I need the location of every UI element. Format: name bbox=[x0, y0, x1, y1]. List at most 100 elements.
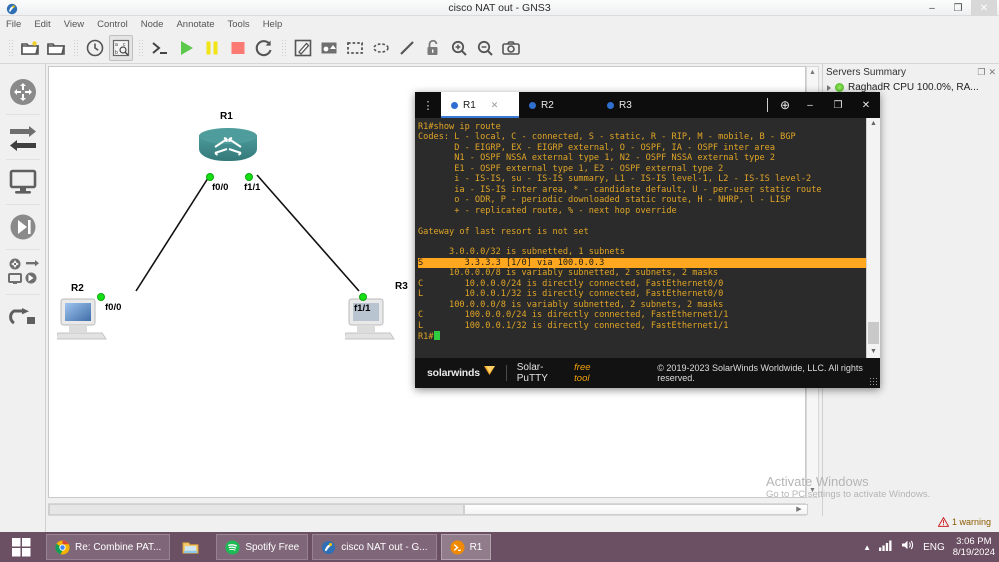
putty-maximize-button[interactable]: ❐ bbox=[824, 92, 852, 118]
taskbar-item-chrome[interactable]: Re: Combine PAT... bbox=[46, 534, 171, 560]
resize-grip[interactable] bbox=[869, 377, 877, 385]
console-icon[interactable] bbox=[148, 35, 172, 61]
terminal-scrollbar[interactable]: ▲ ▼ bbox=[866, 118, 880, 358]
pc-icon bbox=[54, 298, 107, 340]
sidebar-item-security-devices[interactable] bbox=[3, 205, 43, 249]
sidebar-item-all-devices[interactable] bbox=[3, 250, 43, 294]
status-badge[interactable]: 1 warning bbox=[937, 517, 991, 527]
sidebar-item-add-link[interactable] bbox=[3, 295, 43, 339]
terminal-line: 10.0.0.0/8 is variably subnetted, 2 subn… bbox=[418, 268, 719, 279]
draw-ellipse-icon[interactable] bbox=[369, 35, 393, 61]
draw-rectangle-icon[interactable] bbox=[343, 35, 367, 61]
draw-line-icon[interactable] bbox=[395, 35, 419, 61]
file-explorer-icon bbox=[182, 541, 199, 554]
terminal-scroll-thumb[interactable] bbox=[868, 322, 879, 344]
port-status-dot-r2 bbox=[97, 293, 105, 301]
terminal-line: L 10.0.0.1/32 is directly connected, Fas… bbox=[418, 289, 724, 300]
terminal-line: 100.0.0.0/8 is variably subnetted, 2 sub… bbox=[418, 299, 724, 310]
tab-close-icon[interactable]: ✕ bbox=[491, 100, 499, 111]
stop-icon[interactable] bbox=[226, 35, 250, 61]
menu-item-node[interactable]: Node bbox=[141, 19, 164, 30]
windows-start-icon[interactable] bbox=[0, 532, 42, 562]
open-project-icon[interactable] bbox=[44, 35, 68, 61]
servers-summary-header: Servers Summary ❐ ✕ bbox=[823, 64, 999, 80]
close-panel-button[interactable]: ✕ bbox=[988, 67, 996, 78]
svg-text:a: a bbox=[115, 42, 118, 48]
pause-icon[interactable] bbox=[200, 35, 224, 61]
terminal-output[interactable]: R1#show ip route Codes: L - local, C - c… bbox=[415, 118, 880, 358]
putty-minimize-button[interactable]: – bbox=[796, 92, 824, 118]
tab-r3[interactable]: R3 bbox=[597, 92, 675, 118]
menu-item-file[interactable]: File bbox=[6, 19, 21, 30]
tab-r1[interactable]: R1 ✕ bbox=[441, 92, 519, 118]
insert-image-icon[interactable] bbox=[317, 35, 341, 61]
zoom-out-icon[interactable] bbox=[473, 35, 497, 61]
taskbar-item-putty[interactable]: R1 bbox=[440, 534, 492, 560]
panel-title: Servers Summary bbox=[826, 66, 907, 78]
terminal-line-highlighted: S 3.3.3.3 [1/0] via 100.0.0.3 bbox=[418, 257, 880, 269]
node-r1[interactable]: R1 f0/0 f1/1 bbox=[199, 111, 260, 193]
menu-item-view[interactable]: View bbox=[64, 19, 84, 30]
maximize-button[interactable]: ❐ bbox=[945, 0, 971, 16]
taskbar-item-spotify[interactable]: Spotify Free bbox=[216, 534, 309, 560]
watermark-subtitle: Go to PC settings to activate Windows. bbox=[766, 489, 931, 500]
port-status-dot-r1-f00 bbox=[206, 173, 214, 181]
menu-item-tools[interactable]: Tools bbox=[228, 19, 250, 30]
terminal-prompt: R1# bbox=[418, 332, 434, 343]
canvas-horizontal-scrollbar[interactable]: ◀ ▶ bbox=[48, 503, 808, 516]
node-r3[interactable]: R3 f1/1 bbox=[342, 281, 408, 348]
tab-r2[interactable]: R2 bbox=[519, 92, 597, 118]
new-tab-icon[interactable]: ⊕ bbox=[774, 92, 796, 118]
lock-icon[interactable] bbox=[421, 35, 445, 61]
chevron-right-icon[interactable] bbox=[827, 84, 831, 91]
terminal-scroll-down-icon[interactable]: ▼ bbox=[867, 346, 880, 358]
recent-projects-icon[interactable] bbox=[83, 35, 107, 61]
sidebar-item-end-devices[interactable] bbox=[3, 160, 43, 204]
sidebar-item-switches[interactable] bbox=[3, 115, 43, 159]
taskbar-item-label: Spotify Free bbox=[245, 541, 300, 553]
terminal-scroll-up-icon[interactable]: ▲ bbox=[867, 118, 880, 130]
clock[interactable]: 3:06 PM 8/19/2024 bbox=[953, 536, 995, 558]
close-button[interactable]: ✕ bbox=[971, 0, 997, 16]
taskbar-item-file-explorer[interactable] bbox=[174, 534, 212, 560]
terminal-line: + - replicated route, % - next hop overr… bbox=[418, 205, 677, 216]
float-panel-button[interactable]: ❐ bbox=[977, 67, 985, 78]
warning-label: 1 warning bbox=[951, 517, 991, 527]
screenshot-search-icon[interactable]: a c b bbox=[109, 34, 133, 61]
start-icon[interactable] bbox=[174, 35, 198, 61]
tab-label: R1 bbox=[463, 99, 476, 111]
menu-item-help[interactable]: Help bbox=[263, 19, 283, 30]
scroll-up-icon[interactable]: ▲ bbox=[807, 67, 818, 79]
device-categories-dock bbox=[0, 64, 46, 532]
add-note-icon[interactable] bbox=[291, 35, 315, 61]
tab-status-dot-icon bbox=[451, 101, 458, 109]
taskbar-item-gns3[interactable]: cisco NAT out - G... bbox=[312, 534, 437, 560]
sidebar-item-routers[interactable] bbox=[3, 70, 43, 114]
language-indicator[interactable]: ENG bbox=[923, 542, 945, 553]
screenshot-icon[interactable] bbox=[499, 35, 523, 61]
reload-icon[interactable] bbox=[252, 35, 276, 61]
terminal-line: E1 - OSPF external type 1, E2 - OSPF ext… bbox=[418, 163, 724, 174]
terminal-line: N1 - OSPF NSSA external type 1, N2 - OSP… bbox=[418, 153, 775, 164]
menu-item-edit[interactable]: Edit bbox=[34, 19, 50, 30]
network-signal-icon[interactable] bbox=[879, 538, 893, 556]
status-bar: 1 warning bbox=[46, 516, 999, 532]
tab-status-dot-icon bbox=[529, 101, 536, 109]
zoom-in-icon[interactable] bbox=[447, 35, 471, 61]
scroll-right-icon[interactable]: ▶ bbox=[793, 504, 805, 515]
menu-item-annotate[interactable]: Annotate bbox=[176, 19, 214, 30]
switches-icon bbox=[9, 126, 36, 151]
node-r2[interactable]: R2 f0/0 bbox=[54, 283, 121, 348]
menu-item-control[interactable]: Control bbox=[97, 19, 128, 30]
speaker-icon[interactable] bbox=[901, 538, 915, 556]
show-hidden-icons[interactable]: ▲ bbox=[863, 543, 871, 552]
putty-tabbar: ⋮ R1 ✕ R2 R3 ⊕ – ❐ ✕ bbox=[415, 92, 880, 118]
kebab-menu-icon[interactable]: ⋮ bbox=[415, 92, 441, 118]
new-project-icon[interactable] bbox=[18, 35, 42, 61]
router-icon bbox=[199, 127, 257, 169]
link-r1-r2 bbox=[135, 174, 211, 292]
minimize-button[interactable]: – bbox=[919, 0, 945, 16]
terminal-line: D - EIGRP, EX - EIGRP external, O - OSPF… bbox=[418, 142, 775, 153]
interface-label-r1-f11: f1/1 bbox=[244, 182, 261, 193]
putty-close-button[interactable]: ✕ bbox=[852, 92, 880, 118]
